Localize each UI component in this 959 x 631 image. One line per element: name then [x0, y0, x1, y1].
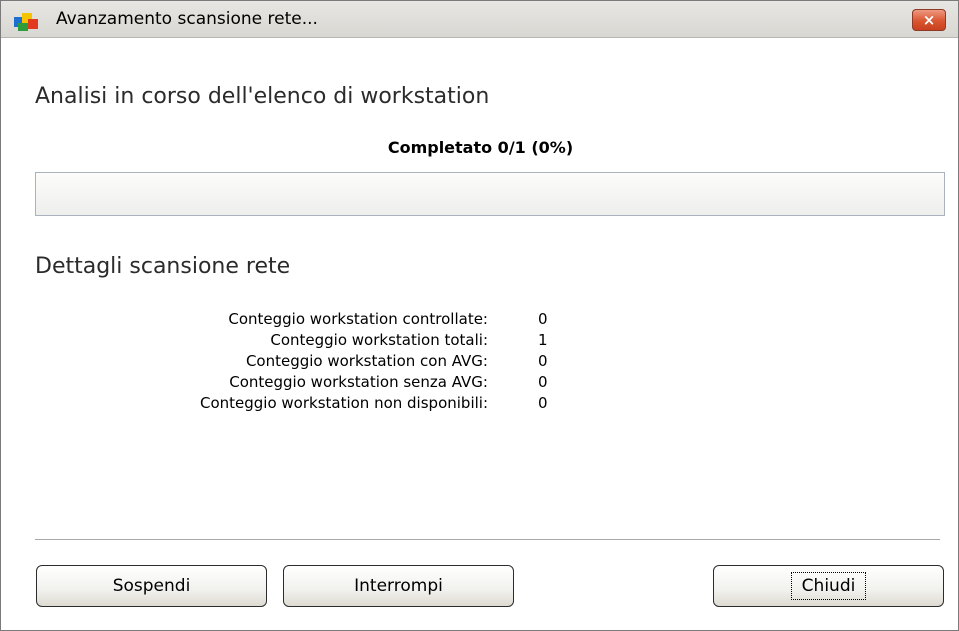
details-list: Conteggio workstation controllate: 0 Con…: [120, 310, 620, 415]
close-button-label: Chiudi: [790, 572, 867, 600]
title-bar[interactable]: Avanzamento scansione rete... ×: [1, 1, 958, 38]
stat-label: Conteggio workstation non disponibili:: [199, 394, 488, 412]
progress-bar: [35, 172, 945, 216]
stat-value: 0: [538, 373, 548, 391]
details-heading: Dettagli scansione rete: [35, 254, 291, 279]
stat-row-total: Conteggio workstation totali: 1: [120, 331, 620, 352]
close-button[interactable]: Chiudi: [713, 565, 944, 607]
stat-label: Conteggio workstation con AVG:: [245, 352, 488, 370]
suspend-button-label: Sospendi: [112, 576, 191, 596]
stop-button[interactable]: Interrompi: [283, 565, 514, 607]
progress-status: Completato 0/1 (0%): [387, 138, 574, 157]
close-icon: ×: [922, 10, 936, 29]
stat-label: Conteggio workstation senza AVG:: [229, 373, 488, 391]
stat-value: 0: [538, 310, 548, 328]
stat-value: 0: [538, 394, 548, 412]
scan-heading: Analisi in corso dell'elenco di workstat…: [35, 84, 490, 109]
avg-logo-icon: [14, 13, 38, 31]
stat-row-unavailable: Conteggio workstation non disponibili: 0: [120, 394, 620, 415]
window-title: Avanzamento scansione rete...: [56, 9, 318, 29]
progress-dialog: Avanzamento scansione rete... × Analisi …: [0, 0, 959, 631]
close-window-button[interactable]: ×: [912, 9, 946, 31]
dialog-content: Analisi in corso dell'elenco di workstat…: [10, 38, 951, 628]
suspend-button[interactable]: Sospendi: [36, 565, 267, 607]
divider: [35, 539, 940, 541]
stat-label: Conteggio workstation controllate:: [228, 310, 488, 328]
stat-value: 0: [538, 352, 548, 370]
stat-row-with-avg: Conteggio workstation con AVG: 0: [120, 352, 620, 373]
stop-button-label: Interrompi: [354, 576, 443, 596]
stat-label: Conteggio workstation totali:: [270, 331, 488, 349]
stat-value: 1: [538, 331, 548, 349]
stat-row-checked: Conteggio workstation controllate: 0: [120, 310, 620, 331]
stat-row-without-avg: Conteggio workstation senza AVG: 0: [120, 373, 620, 394]
